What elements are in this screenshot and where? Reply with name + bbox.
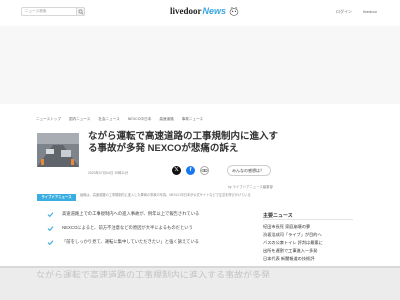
- search-box[interactable]: ニュース検索: [21, 7, 85, 16]
- breadcrumb-item[interactable]: 事故ニュース: [182, 117, 203, 122]
- summary-text: 高速道路上での工事規制内への進入事故が、例年以上で報告されている: [62, 211, 200, 216]
- reaction-button[interactable]: みんなの感想は？: [227, 165, 271, 176]
- sidebar-news-link[interactable]: 紀田市長死 家庭崩壊の夢: [263, 224, 310, 230]
- sidebar-news-link[interactable]: バスの公衆トイレ 評判は最悪に: [263, 240, 323, 246]
- share-facebook-button[interactable]: f: [186, 166, 195, 175]
- summary-item: NEXCOによると、前方不注意などの原因が大半によるものだという: [47, 224, 193, 232]
- share-x-button[interactable]: 𝕏: [172, 166, 181, 175]
- image-caption: 画像は、高速道路の工事規制内に進入した車両の事故の写真。NEXCO中日本が公式サ…: [80, 193, 251, 197]
- facebook-icon: f: [189, 167, 192, 173]
- check-icon: [47, 225, 54, 231]
- search-button[interactable]: [76, 7, 85, 16]
- road-photo-image: [37, 133, 79, 167]
- member-link[interactable]: livedoor: [363, 9, 377, 14]
- link-icon: [201, 169, 208, 172]
- summary-text: 「前をしっかり見て、運転に集中していただきたい」と強く訴えている: [62, 239, 199, 244]
- source-badge: ライブドアニュース: [37, 194, 76, 201]
- share-buttons: 𝕏 f: [172, 166, 209, 175]
- article-title: ながら運転で高速道路の工事規制内に進入する事故が多発 NEXCOが悲痛の訴え: [88, 131, 279, 154]
- sidebar-news-link[interactable]: 渋坂浩成司「ライブ」が目的へ: [263, 232, 322, 238]
- share-link-button[interactable]: [200, 166, 209, 175]
- mascot-icon: [229, 6, 239, 16]
- sidebar-news-link[interactable]: 出所を遅割で工事進入一多発: [263, 248, 317, 254]
- article-byline: by ライブドアニュース編集部: [228, 185, 273, 189]
- article-thumbnail[interactable]: [37, 133, 79, 167]
- site-header: ニュース検索 livedoor News ログイン livedoor: [0, 0, 400, 26]
- breadcrumb-item[interactable]: 国内ニュース: [69, 117, 90, 122]
- logo-news-text: News: [202, 6, 227, 16]
- site-logo[interactable]: livedoor News: [170, 5, 239, 17]
- breadcrumb: ニューストップ 国内ニュース 社会ニュース NEXCO中日本 高速道路 事故ニュ…: [36, 117, 203, 122]
- breadcrumb-item[interactable]: NEXCO中日本: [128, 117, 152, 122]
- x-icon: 𝕏: [174, 167, 179, 173]
- summary-item: 高速道路上での工事規制内への進入事故が、例年以上で報告されている: [47, 210, 199, 218]
- sidebar-news-link[interactable]: 日本代表 新聞報道の技術評: [263, 256, 314, 262]
- search-input[interactable]: ニュース検索: [25, 9, 46, 14]
- publish-date: 2023年07月04日 19時11分: [88, 171, 129, 175]
- reaction-label: みんなの感想は？: [232, 168, 264, 173]
- breadcrumb-item[interactable]: 社会ニュース: [98, 117, 119, 122]
- ad-banner-area: [0, 26, 400, 104]
- search-icon: [78, 9, 84, 15]
- breadcrumb-item[interactable]: 高速道路: [159, 117, 173, 122]
- logo-main-text: livedoor: [170, 6, 202, 16]
- sidebar-heading: 主要ニュース: [263, 213, 293, 219]
- breadcrumb-item[interactable]: ニューストップ: [36, 117, 61, 122]
- summary-text: NEXCOによると、前方不注意などの原因が大半によるものだという: [62, 225, 193, 230]
- login-link[interactable]: ログイン: [336, 9, 352, 15]
- check-icon: [47, 239, 54, 245]
- check-icon: [47, 211, 54, 217]
- summary-item: 「前をしっかり見て、運転に集中していただきたい」と強く訴えている: [47, 238, 199, 246]
- sidebar-divider: [263, 219, 353, 220]
- faded-headline-text: ながら運転で高速道路の工事規制内に進入する事故が多発: [36, 270, 271, 278]
